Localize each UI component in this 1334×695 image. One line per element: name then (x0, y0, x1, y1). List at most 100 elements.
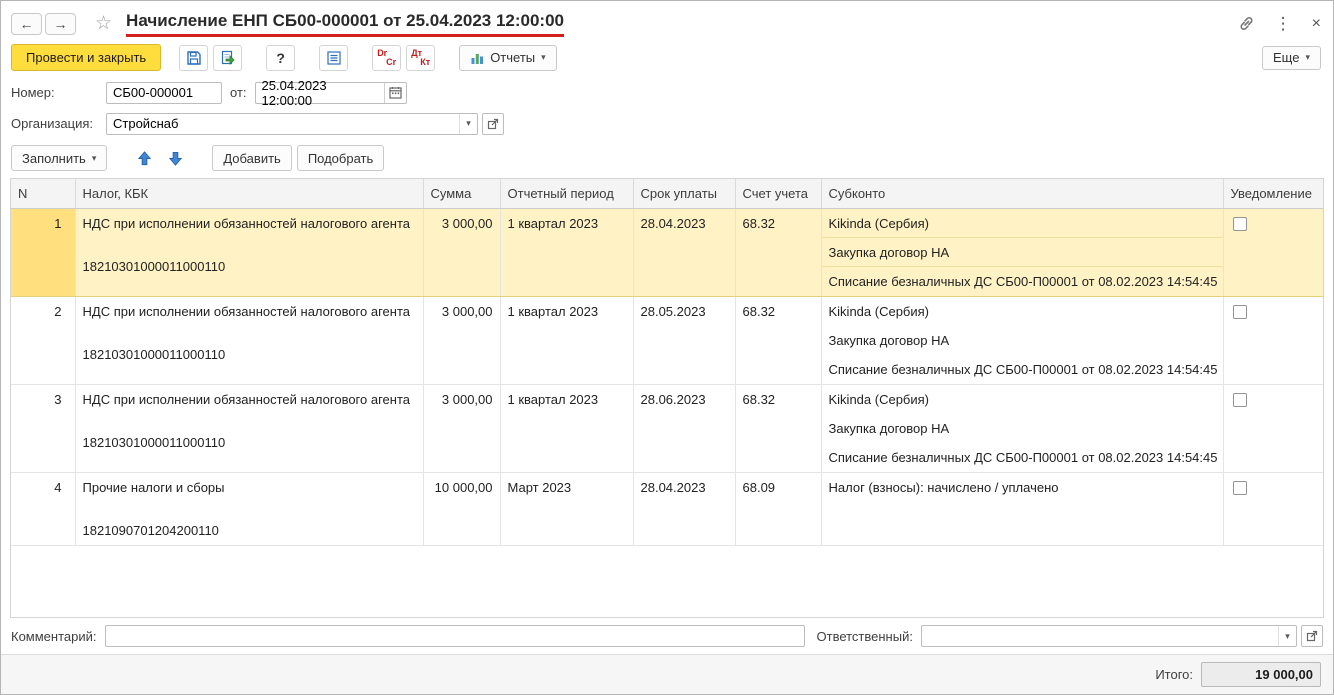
save-button[interactable] (179, 44, 209, 71)
sum-cell[interactable]: 3 000,00 (423, 207, 501, 297)
subconto-cell[interactable]: Kikinda (Сербия) Закупка договор НА Списан… (821, 384, 1224, 473)
tax-kbk-cell[interactable]: Прочие налоги и сборы 1821090701204200110 (75, 472, 424, 546)
account-cell[interactable]: 68.09 (735, 472, 822, 546)
more-menu-icon[interactable]: ⋮ (1275, 14, 1292, 34)
row-number-cell[interactable]: 2 (11, 296, 76, 385)
notification-checkbox[interactable] (1232, 304, 1247, 319)
post-and-close-button[interactable]: Провести и закрыть (11, 44, 162, 71)
organization-combo[interactable]: Стройснаб ▾ (106, 112, 478, 135)
add-row-button[interactable]: Добавить (212, 145, 292, 171)
row-number-cell[interactable]: 1 (11, 207, 76, 297)
account-cell[interactable]: 68.32 (735, 207, 822, 297)
row-number-cell[interactable]: 4 (11, 472, 76, 546)
fill-button[interactable]: Заполнить ▾ (11, 145, 108, 171)
notification-checkbox[interactable] (1232, 480, 1247, 495)
favorite-star-icon[interactable]: ☆ (95, 12, 112, 35)
chevron-down-icon[interactable]: ▾ (459, 113, 477, 134)
journal-button[interactable] (319, 44, 349, 71)
account-cell[interactable]: 68.32 (735, 296, 822, 385)
link-icon[interactable] (1238, 15, 1255, 32)
kbk-code: 18210301000011000110 (82, 434, 226, 450)
period-cell[interactable]: 1 квартал 2023 (500, 207, 634, 297)
table-row[interactable]: 2 НДС при исполнении обязанностей налогов… (11, 296, 1323, 385)
column-header[interactable]: Счет учета (735, 179, 822, 209)
column-header[interactable]: N (11, 179, 76, 209)
tax-kbk-cell[interactable]: НДС при исполнении обязанностей налогово… (75, 207, 424, 297)
tax-kbk-cell[interactable]: НДС при исполнении обязанностей налогово… (75, 296, 424, 385)
dt-kt-postings-button[interactable]: Дт Кт (406, 44, 436, 71)
number-input[interactable]: СБ00-000001 (106, 81, 222, 104)
sum-cell[interactable]: 10 000,00 (423, 472, 501, 546)
back-button[interactable]: ← (11, 12, 42, 35)
column-header[interactable]: Отчетный период (500, 179, 634, 209)
move-row-down-button[interactable] (162, 146, 188, 170)
date-input[interactable]: 25.04.2023 12:00:00 (254, 78, 407, 108)
due-date-cell[interactable]: 28.05.2023 (633, 296, 736, 385)
period-cell[interactable]: 1 квартал 2023 (500, 296, 634, 385)
pick-button[interactable]: Подобрать (296, 145, 385, 171)
table-row[interactable]: 1 НДС при исполнении обязанностей налогов… (11, 207, 1323, 297)
due-date-cell[interactable]: 28.04.2023 (633, 472, 736, 546)
responsible-open-button[interactable] (1301, 625, 1323, 647)
dr-cr-postings-button[interactable]: Dr Cr (372, 44, 402, 71)
row-number: 2 (54, 303, 62, 319)
footer-comment-row: Комментарий: Ответственный: ▾ (1, 618, 1333, 654)
chevron-down-icon: ▾ (1305, 52, 1310, 62)
notification-cell[interactable] (1223, 472, 1323, 546)
number-label: Номер: (11, 85, 55, 100)
row-number-cell[interactable]: 3 (11, 384, 76, 473)
table-row[interactable]: 4 Прочие налоги и сборы 182109070120420011… (11, 472, 1323, 546)
column-header[interactable]: Уведомление (1223, 179, 1323, 209)
period-value: 1 квартал 2023 (507, 215, 599, 231)
forward-button[interactable]: → (45, 12, 76, 35)
open-icon (487, 118, 499, 129)
column-header[interactable]: Сумма (423, 179, 501, 209)
subconto-cell[interactable]: Kikinda (Сербия) Закупка договор НА Списан… (821, 207, 1224, 297)
due-date-cell[interactable]: 28.04.2023 (633, 207, 736, 297)
subconto-line: Kikinda (Сербия) (828, 391, 930, 407)
sum-value: 3 000,00 (441, 303, 493, 319)
responsible-label: Ответственный: (816, 628, 913, 644)
subconto-cell[interactable]: Налог (взносы): начислено / уплачено (821, 472, 1224, 546)
reports-button[interactable]: Отчеты ▾ (459, 44, 557, 71)
save-icon (186, 50, 201, 65)
chevron-down-icon[interactable]: ▾ (1278, 626, 1296, 646)
comment-input[interactable] (104, 625, 805, 647)
period-cell[interactable]: 1 квартал 2023 (500, 384, 634, 473)
due-date-cell[interactable]: 28.06.2023 (633, 384, 736, 473)
sum-cell[interactable]: 3 000,00 (423, 296, 501, 385)
subconto-line: Списание безналичных ДС СБ00-П00001 от 0… (828, 273, 1218, 289)
row-number: 4 (54, 479, 62, 495)
move-row-up-button[interactable] (131, 146, 157, 170)
forward-icon: → (53, 15, 68, 32)
tax-kbk-cell[interactable]: НДС при исполнении обязанностей налогово… (75, 384, 424, 473)
table-header-row: N Налог, КБК Сумма Отчетный период Срок упла… (11, 179, 1323, 209)
more-actions-button[interactable]: Еще ▾ (1262, 45, 1321, 70)
subconto-line: Закупка договор НА (828, 332, 950, 348)
responsible-combo[interactable]: ▾ (920, 625, 1297, 647)
close-icon[interactable]: × (1312, 15, 1321, 33)
organization-open-button[interactable] (482, 112, 504, 135)
notification-cell[interactable] (1223, 207, 1323, 297)
help-button[interactable]: ? (266, 44, 296, 71)
post-document-button[interactable] (213, 44, 243, 71)
account-cell[interactable]: 68.32 (735, 384, 822, 473)
sum-cell[interactable]: 3 000,00 (423, 384, 501, 473)
period-cell[interactable]: Март 2023 (500, 472, 634, 546)
tax-name: НДС при исполнении обязанностей налогово… (82, 391, 411, 407)
notification-checkbox[interactable] (1232, 216, 1247, 231)
column-header[interactable]: Субконто (821, 179, 1224, 209)
column-header[interactable]: Налог, КБК (75, 179, 424, 209)
subconto-cell[interactable]: Kikinda (Сербия) Закупка договор НА Списан… (821, 296, 1224, 385)
notification-cell[interactable] (1223, 384, 1323, 473)
due-date-value: 28.04.2023 (640, 479, 706, 495)
table-row[interactable]: 3 НДС при исполнении обязанностей налогов… (11, 384, 1323, 473)
account-value: 68.09 (742, 479, 776, 495)
tax-name: НДС при исполнении обязанностей налогово… (82, 303, 411, 319)
notification-cell[interactable] (1223, 296, 1323, 385)
notification-checkbox[interactable] (1232, 392, 1247, 407)
calendar-icon[interactable] (383, 82, 406, 103)
organization-label: Организация: (11, 116, 94, 131)
column-header[interactable]: Срок уплаты (633, 179, 736, 209)
tax-name: Прочие налоги и сборы (82, 479, 225, 495)
